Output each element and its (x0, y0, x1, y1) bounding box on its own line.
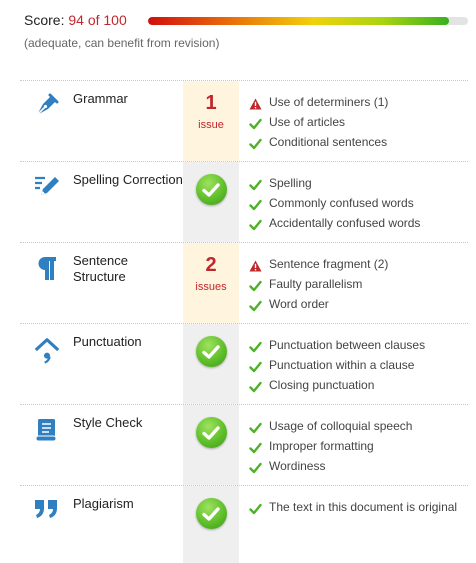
check-item: Wordiness (249, 456, 464, 476)
checkmark-icon (249, 420, 262, 434)
category-status (183, 486, 239, 563)
category-row-style-check: Style Check Usage of colloquial speech Imp… (20, 405, 468, 486)
checkmark-icon (249, 339, 262, 353)
check-item: Use of determiners (1) (249, 92, 464, 112)
check-item: Commonly confused words (249, 193, 464, 213)
check-item-text: Accidentally confused words (269, 216, 421, 230)
pen-nib-icon (33, 92, 61, 122)
check-item-text: Commonly confused words (269, 196, 414, 210)
check-item-text: Punctuation within a clause (269, 358, 415, 372)
category-status (183, 324, 239, 404)
check-item: Punctuation within a clause (249, 355, 464, 375)
checkmark-icon (249, 197, 262, 211)
checkmark-icon (249, 501, 262, 515)
category-title: Sentence Structure (73, 253, 128, 284)
category-status (183, 162, 239, 242)
check-circle-icon (195, 336, 227, 367)
score-line: Score: 94 of 100 (24, 12, 127, 28)
checkmark-icon (249, 136, 262, 150)
check-item: The text in this document is original (249, 497, 464, 517)
check-list: The text in this document is original (249, 497, 464, 517)
category-status: 2 issues (183, 243, 239, 323)
check-item: Improper formatting (249, 436, 464, 456)
issue-count: 1 (205, 92, 217, 114)
check-item-text: Faulty parallelism (269, 277, 363, 291)
check-list: Spelling Commonly confused words Accidenta… (249, 173, 464, 233)
category-row-sentence-structure: Sentence Structure 2 issues Sentence fragme… (20, 243, 468, 324)
score-subtitle: (adequate, can benefit from revision) (24, 36, 220, 50)
check-item: Conditional sentences (249, 132, 464, 152)
check-item-text: Use of articles (269, 115, 346, 129)
category-status: 1 issue (183, 81, 239, 161)
check-item: Use of articles (249, 112, 464, 132)
check-item-text: Closing punctuation (269, 378, 375, 392)
check-item-text: Spelling (269, 176, 312, 190)
score-progress-fill (148, 17, 449, 25)
checkmark-icon (249, 177, 262, 191)
category-row-grammar: Grammar 1 issue Use of determiners (1) Use o… (20, 81, 468, 162)
check-list: Punctuation between clauses Punctuation w… (249, 335, 464, 395)
score-label: Score: (24, 12, 65, 28)
check-list: Use of determiners (1) Use of articles Con… (249, 92, 464, 152)
checkmark-icon (249, 379, 262, 393)
category-status (183, 405, 239, 485)
warning-icon (249, 258, 262, 272)
check-item: Word order (249, 294, 464, 314)
check-item: Closing punctuation (249, 375, 464, 395)
check-circle-icon (195, 417, 227, 448)
check-item: Faulty parallelism (249, 274, 464, 294)
check-item-text: Wordiness (269, 459, 326, 473)
checkmark-icon (249, 217, 262, 231)
check-circle-icon (195, 174, 227, 205)
warning-icon (249, 96, 262, 110)
checkmark-icon (249, 440, 262, 454)
checkmark-icon (249, 278, 262, 292)
check-item-text: Improper formatting (269, 439, 374, 453)
check-item-text: The text in this document is original (269, 500, 458, 514)
punctuation-icon (33, 335, 61, 365)
checkmark-icon (249, 116, 262, 130)
category-title: Punctuation (73, 334, 142, 349)
checkmark-icon (249, 298, 262, 312)
score-progress-bar (148, 17, 468, 25)
check-list: Usage of colloquial speech Improper forma… (249, 416, 464, 476)
check-item: Accidentally confused words (249, 213, 464, 233)
scroll-icon (33, 416, 61, 446)
pilcrow-icon (33, 254, 61, 284)
check-item: Punctuation between clauses (249, 335, 464, 355)
check-circle-icon (195, 498, 227, 529)
check-categories: Grammar 1 issue Use of determiners (1) Use o… (20, 80, 468, 563)
category-row-plagiarism: Plagiarism The text in this document is o… (20, 486, 468, 563)
check-item-text: Usage of colloquial speech (269, 419, 413, 433)
check-item-text: Sentence fragment (2) (269, 257, 389, 271)
quote-marks-icon (33, 497, 61, 527)
checkmark-icon (249, 460, 262, 474)
check-item: Usage of colloquial speech (249, 416, 464, 436)
check-item-text: Word order (269, 297, 329, 311)
pencil-lines-icon (33, 173, 61, 203)
check-item: Sentence fragment (2) (249, 254, 464, 274)
check-item-text: Punctuation between clauses (269, 338, 426, 352)
issue-count-label: issue (198, 119, 224, 131)
issue-count-label: issues (195, 281, 227, 293)
category-title: Spelling Correction (73, 172, 183, 187)
score-value: 94 of 100 (68, 12, 127, 28)
check-item-text: Conditional sentences (269, 135, 388, 149)
check-list: Sentence fragment (2) Faulty parallelism W… (249, 254, 464, 314)
check-item: Spelling (249, 173, 464, 193)
checkmark-icon (249, 359, 262, 373)
category-title: Grammar (73, 91, 128, 106)
category-row-spelling-correction: Spelling Correction Spelling Commonly conf… (20, 162, 468, 243)
check-item-text: Use of determiners (1) (269, 95, 389, 109)
category-title: Style Check (73, 415, 143, 430)
category-title: Plagiarism (73, 496, 134, 511)
category-row-punctuation: Punctuation Punctuation between clauses Pu… (20, 324, 468, 405)
issue-count: 2 (205, 254, 217, 276)
